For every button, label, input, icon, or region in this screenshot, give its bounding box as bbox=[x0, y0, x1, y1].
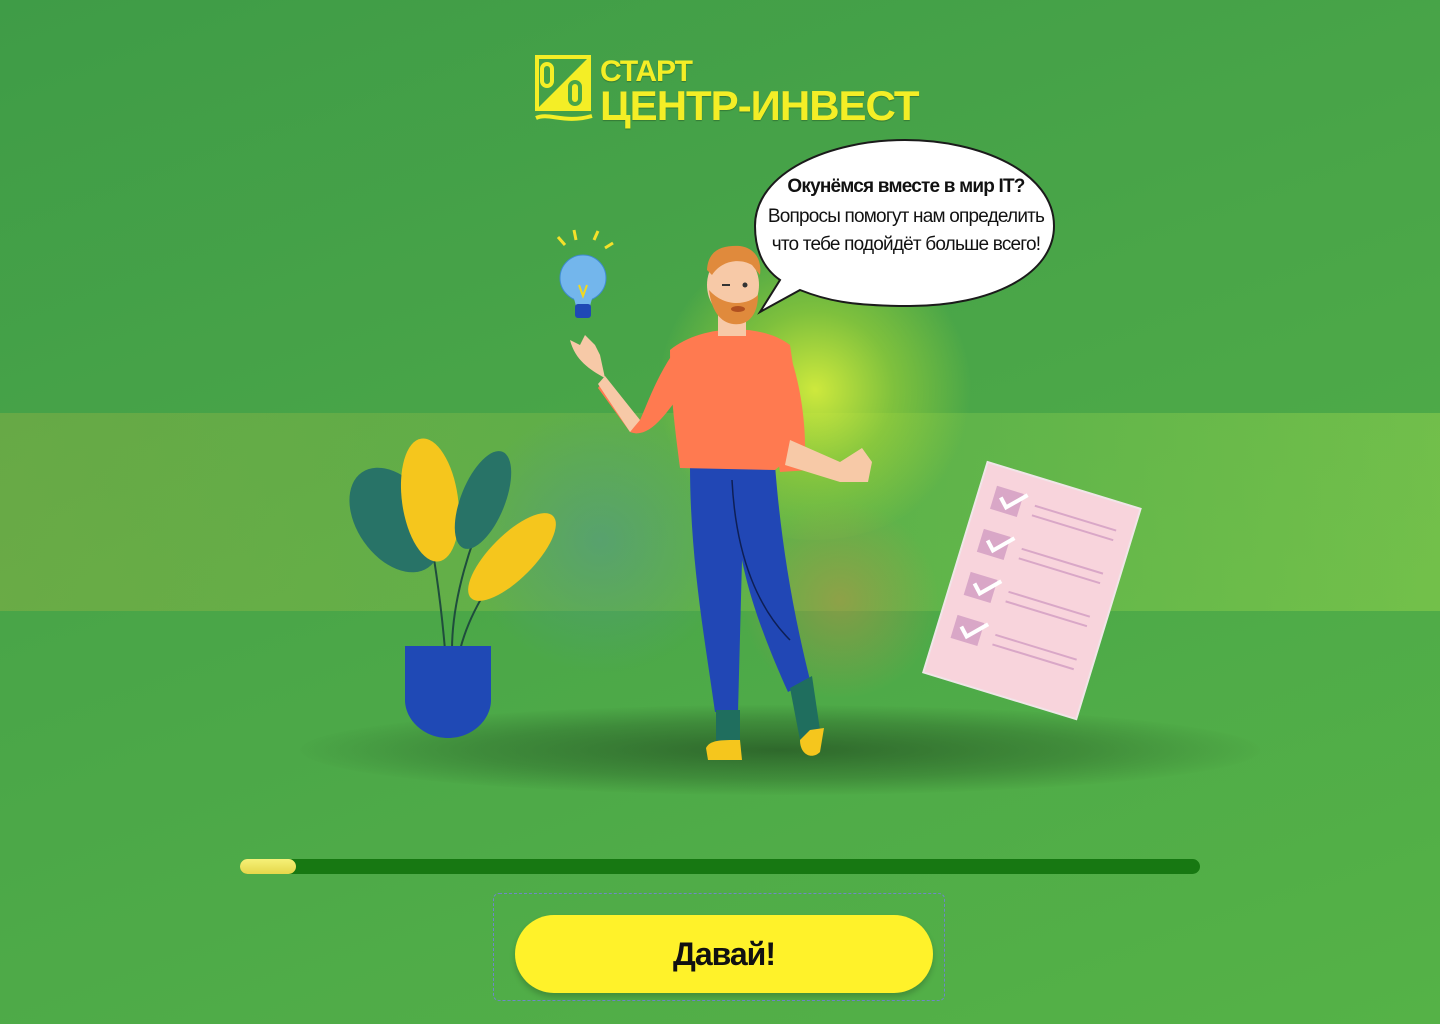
lightbulb-icon bbox=[556, 229, 614, 318]
progress-bar-fill bbox=[240, 859, 296, 874]
potted-plant-icon bbox=[349, 438, 556, 738]
start-button[interactable]: Давай! bbox=[515, 915, 933, 993]
speech-bubble-text: Вопросы помогут нам определить что тебе … bbox=[767, 206, 1045, 255]
person-illustration bbox=[570, 245, 872, 760]
progress-bar bbox=[240, 859, 1200, 874]
speech-bubble-title: Окунёмся вместе в мир IT? bbox=[787, 176, 1025, 197]
speech-bubble-content: Окунёмся вместе в мир IT? Вопросы помогу… bbox=[766, 176, 1046, 259]
checklist-icon bbox=[921, 460, 1142, 721]
